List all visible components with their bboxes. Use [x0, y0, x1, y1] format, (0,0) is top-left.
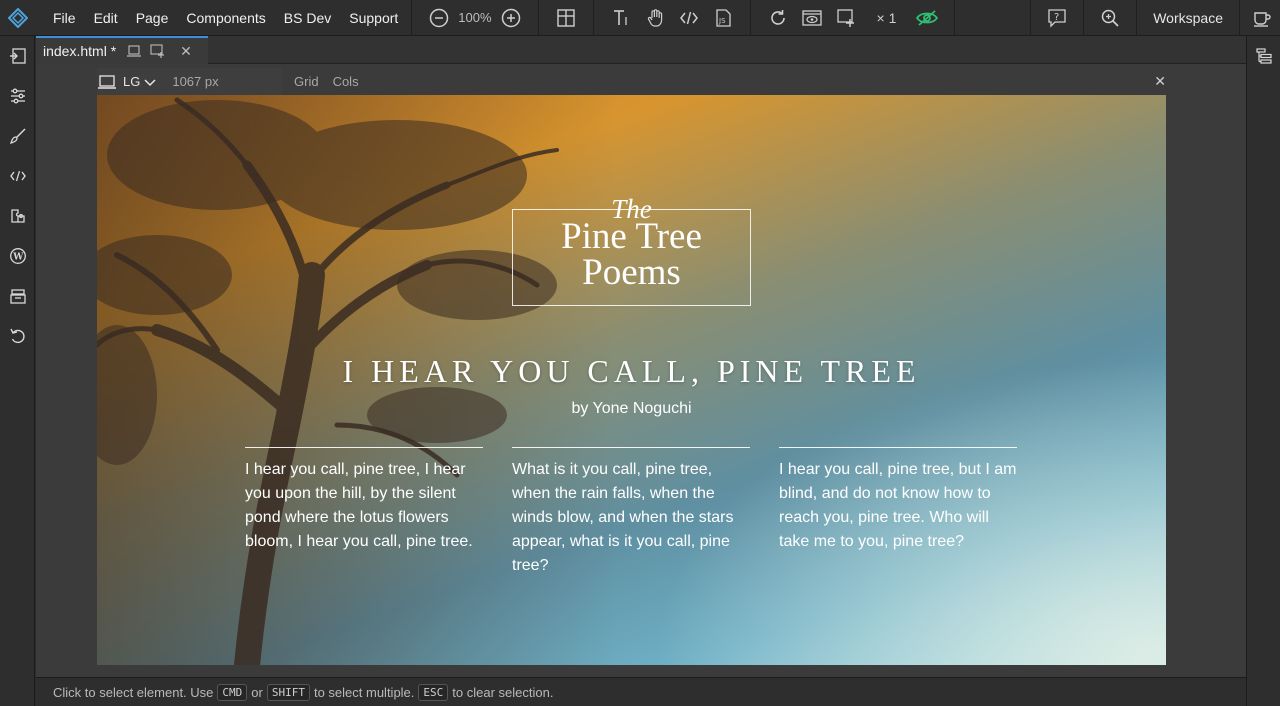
help-icon[interactable]: ? — [1035, 0, 1079, 36]
status-text-prefix: Click to select element. Use — [53, 684, 214, 700]
poem-column-1: I hear you call, pine tree, I hear you u… — [245, 447, 483, 554]
tab-index-html[interactable]: index.html * ✕ — [36, 36, 208, 64]
document-tabs: index.html * ✕ — [36, 36, 1246, 64]
svg-text:JS: JS — [718, 17, 726, 25]
site-title-line-2: Poems — [582, 252, 681, 293]
text-tool-icon[interactable] — [604, 0, 638, 36]
poem-author: by Yone Noguchi — [571, 400, 692, 417]
refresh-icon[interactable] — [761, 0, 795, 36]
brush-icon[interactable] — [0, 116, 35, 156]
toolbar-divider — [954, 0, 956, 36]
toolbar-divider — [1083, 0, 1085, 36]
layout-icon[interactable] — [549, 0, 583, 36]
right-sidebar — [1246, 36, 1280, 706]
status-text-or: or — [251, 684, 263, 700]
tab-label: index.html * — [43, 43, 117, 59]
toolbar-divider — [1239, 0, 1240, 36]
magnifier-icon[interactable] — [1088, 0, 1132, 36]
svg-text:?: ? — [1054, 12, 1059, 23]
device-width: 1067 px — [172, 74, 219, 89]
site-title: Pine Tree Poems — [513, 216, 750, 293]
wordpress-icon[interactable]: W — [0, 236, 35, 276]
preview-icon[interactable] — [795, 0, 829, 36]
site-title-line-1: Pine Tree — [561, 216, 702, 257]
outline-icon[interactable] — [1247, 36, 1280, 76]
components-icon[interactable] — [0, 196, 35, 236]
app-logo-icon[interactable] — [0, 0, 36, 36]
status-text-suffix: to clear selection. — [452, 684, 554, 700]
import-icon[interactable] — [0, 36, 35, 76]
menu-components[interactable]: Components — [177, 0, 274, 36]
layout-tools — [543, 0, 589, 36]
close-icon[interactable]: ✕ — [1154, 73, 1166, 90]
kbd-cmd: CMD — [217, 683, 248, 701]
menu-edit[interactable]: Edit — [85, 0, 127, 36]
hand-pointer-icon[interactable] — [638, 0, 672, 36]
add-frame-icon[interactable] — [829, 0, 863, 36]
toolbar-divider — [411, 0, 413, 36]
chevron-down-icon — [144, 77, 156, 87]
menu-support[interactable]: Support — [340, 0, 407, 36]
toolbar-divider — [592, 0, 594, 36]
device-size-label: LG — [123, 74, 141, 89]
visibility-icon[interactable] — [910, 0, 944, 36]
zoom-in-icon[interactable] — [494, 0, 528, 36]
grid-toggle[interactable]: Grid — [294, 74, 319, 89]
view-tools: × 1 — [755, 0, 951, 36]
cols-toggle[interactable]: Cols — [333, 74, 359, 89]
status-text-middle: to select multiple. — [313, 684, 415, 700]
code-icon[interactable] — [0, 156, 35, 196]
main-menu: File Edit Page Components BS Dev Support — [36, 0, 407, 36]
laptop-icon[interactable] — [126, 44, 142, 58]
zoom-controls: 100% — [416, 0, 533, 36]
code-icon[interactable] — [672, 0, 706, 36]
js-icon[interactable]: JS — [706, 0, 740, 36]
close-icon[interactable]: ✕ — [180, 43, 192, 60]
storage-icon[interactable] — [0, 276, 35, 316]
undo-history-icon[interactable] — [0, 316, 35, 356]
svg-text:W: W — [12, 253, 24, 263]
device-bar: LG 1067 px Grid Cols ✕ — [97, 68, 1166, 95]
workspace-menu[interactable]: Workspace — [1141, 0, 1235, 36]
left-sidebar: W — [0, 36, 35, 706]
sliders-icon[interactable] — [0, 76, 35, 116]
poem-column-2: What is it you call, pine tree, when the… — [512, 447, 750, 578]
edit-tools: JS — [598, 0, 746, 36]
kbd-esc: ESC — [418, 683, 449, 701]
add-frame-icon[interactable] — [150, 44, 166, 58]
editor-app: File Edit Page Components BS Dev Support… — [0, 0, 1280, 706]
toolbar-divider — [749, 0, 751, 36]
page-preview[interactable]: The Pine Tree Poems I HEAR YOU CALL, PIN… — [97, 95, 1166, 665]
menu-page[interactable]: Page — [127, 0, 178, 36]
top-menu-bar: File Edit Page Components BS Dev Support… — [0, 0, 1280, 36]
poem-title: I HEAR YOU CALL, PINE TREE — [342, 353, 921, 389]
menu-bs-dev[interactable]: BS Dev — [275, 0, 340, 36]
toolbar-divider — [537, 0, 539, 36]
poem-column-3: I hear you call, pine tree, but I am bli… — [779, 447, 1017, 554]
overlay-toggles: Grid Cols — [282, 68, 373, 95]
device-selector[interactable]: LG 1067 px — [97, 68, 282, 95]
toolbar-divider — [1136, 0, 1138, 36]
menu-file[interactable]: File — [44, 0, 85, 36]
status-bar: Click to select element. Use CMD or SHIF… — [36, 677, 1246, 706]
zoom-out-icon[interactable] — [422, 0, 456, 36]
frame-multiplier[interactable]: × 1 — [863, 10, 911, 26]
toolbar-divider — [1030, 0, 1032, 36]
kbd-shift: SHIFT — [266, 683, 310, 701]
site-logo-box: The Pine Tree Poems — [512, 194, 751, 306]
toolbar-right: ? Workspace — [1026, 0, 1280, 36]
laptop-icon — [97, 74, 117, 90]
zoom-level: 100% — [458, 10, 492, 25]
coffee-icon[interactable] — [1244, 0, 1280, 36]
